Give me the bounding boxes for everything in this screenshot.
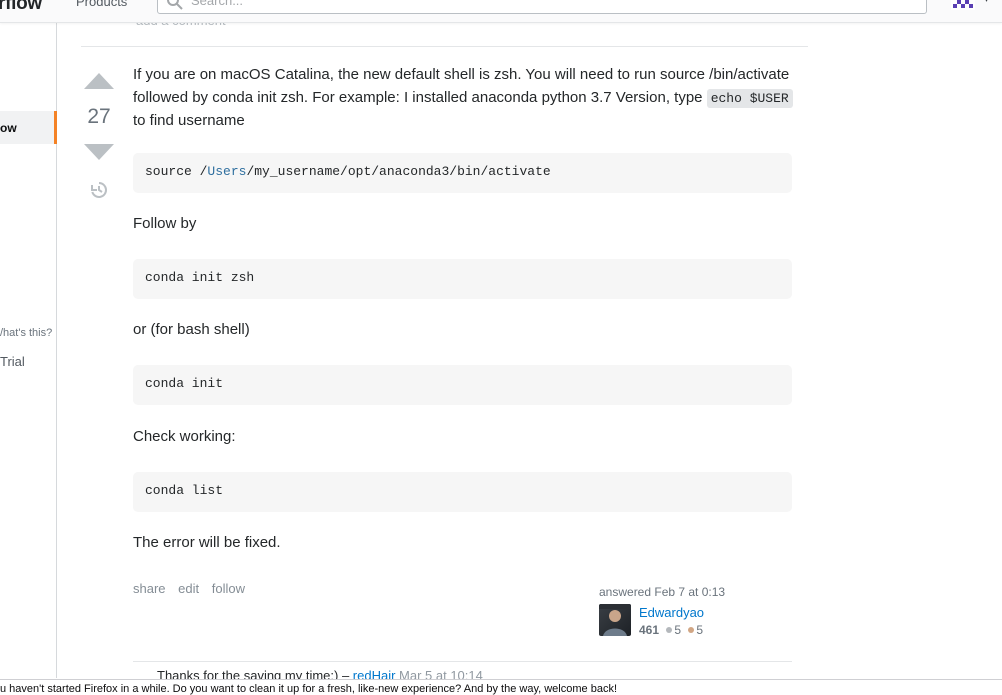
downvote-button[interactable] <box>84 144 114 160</box>
code-text: source / <box>145 164 208 179</box>
answered-timestamp: answered Feb 7 at 0:13 <box>599 585 726 599</box>
vote-count: 27 <box>87 105 111 128</box>
follow-link[interactable]: follow <box>212 581 245 596</box>
avatar-image-icon <box>599 604 631 636</box>
search-icon <box>167 0 183 10</box>
silver-badge-icon <box>666 627 673 633</box>
paragraph-text: to find username <box>133 112 245 129</box>
user-card: answered Feb 7 at 0:13 Edwardyao 461 5 5 <box>599 585 779 637</box>
inline-code: echo $USER <box>706 88 793 108</box>
sidebar-trial-link[interactable]: Trial <box>0 354 25 369</box>
notification-text: u haven't started Firefox in a while. Do… <box>0 683 617 695</box>
caret-down-icon[interactable]: ▾ <box>984 0 989 5</box>
whats-this-link[interactable]: /hat's this? <box>0 327 52 339</box>
divider <box>81 46 808 47</box>
upvote-button[interactable] <box>84 73 114 89</box>
answer-text: Check working: <box>133 428 236 445</box>
search-placeholder: Search... <box>191 0 244 8</box>
answer-text: or (for bash shell) <box>133 321 250 338</box>
post-actions: share edit follow <box>133 581 254 596</box>
code-block: conda init zsh <box>133 259 792 299</box>
code-block: source /Users/my_username/opt/anaconda3/… <box>133 153 792 193</box>
top-bar: rflow Products Search... ▾ <box>0 0 1002 23</box>
code-block: conda list <box>133 472 792 512</box>
history-icon[interactable] <box>89 180 109 200</box>
code-block: conda init <box>133 365 792 405</box>
products-menu[interactable]: Products <box>76 0 127 9</box>
answer-paragraph: If you are on macOS Catalina, the new de… <box>133 64 793 133</box>
sidebar-item-label: ow <box>0 121 17 135</box>
paragraph-text: If you are on macOS Catalina, the new de… <box>133 66 790 106</box>
code-keyword: Users <box>207 164 247 179</box>
avatar[interactable] <box>599 604 631 636</box>
edit-link[interactable]: edit <box>178 581 199 596</box>
sidebar-item-active[interactable]: ow <box>0 111 57 144</box>
search-input[interactable]: Search... <box>157 0 927 14</box>
bronze-badge-icon <box>688 627 695 633</box>
site-logo[interactable]: rflow <box>0 0 42 15</box>
left-sidebar: ow /hat's this? Trial <box>0 22 57 678</box>
answer-text: The error will be fixed. <box>133 534 281 551</box>
reputation-score: 461 <box>639 623 660 637</box>
notification-bar: u haven't started Firefox in a while. Do… <box>0 679 1002 695</box>
silver-badge-count: 5 <box>674 623 682 637</box>
user-name-link[interactable]: Edwardyao <box>639 605 704 620</box>
user-reputation: 461 5 5 <box>639 623 703 637</box>
answer-text: Follow by <box>133 215 197 232</box>
code-text: /my_username/opt/anaconda3/bin/activate <box>246 164 551 179</box>
user-avatar-icon[interactable] <box>951 0 975 10</box>
bronze-badge-count: 5 <box>696 623 704 637</box>
divider <box>133 661 792 662</box>
share-link[interactable]: share <box>133 581 166 596</box>
